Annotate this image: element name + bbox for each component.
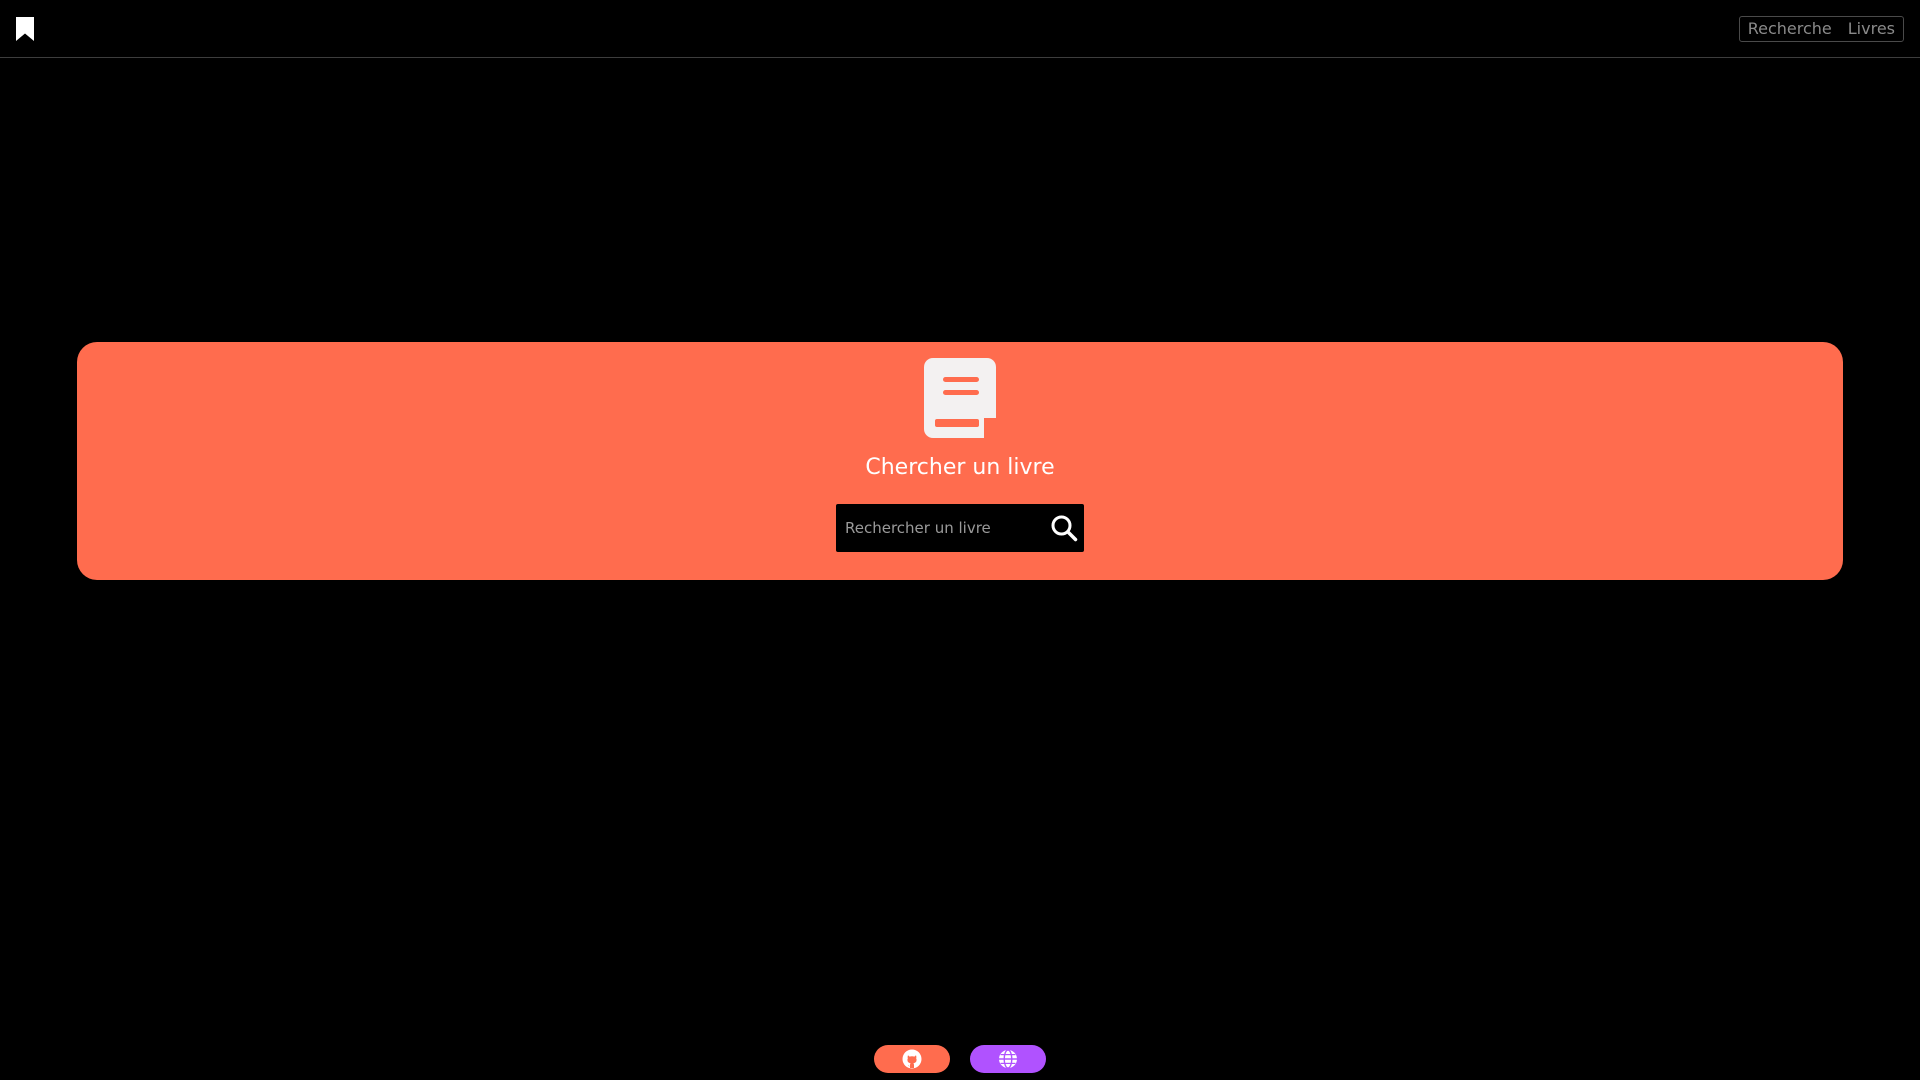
book-icon	[924, 358, 996, 438]
github-icon	[902, 1049, 922, 1069]
github-link-button[interactable]	[874, 1045, 950, 1073]
nav-link-recherche[interactable]: Recherche	[1740, 17, 1840, 41]
nav-menu: Recherche Livres	[1738, 16, 1904, 42]
website-link-button[interactable]	[970, 1045, 1046, 1073]
top-navbar: Recherche Livres	[0, 0, 1920, 58]
nav-link-livres[interactable]: Livres	[1840, 17, 1903, 41]
search-hero-panel: Chercher un livre	[77, 342, 1843, 580]
search-button[interactable]	[1050, 514, 1078, 542]
globe-icon	[999, 1049, 1017, 1069]
bookmark-icon[interactable]	[15, 16, 35, 42]
page-title: Chercher un livre	[865, 455, 1055, 480]
search-box	[836, 504, 1084, 552]
search-icon	[1051, 515, 1078, 542]
search-input[interactable]	[836, 504, 1036, 552]
